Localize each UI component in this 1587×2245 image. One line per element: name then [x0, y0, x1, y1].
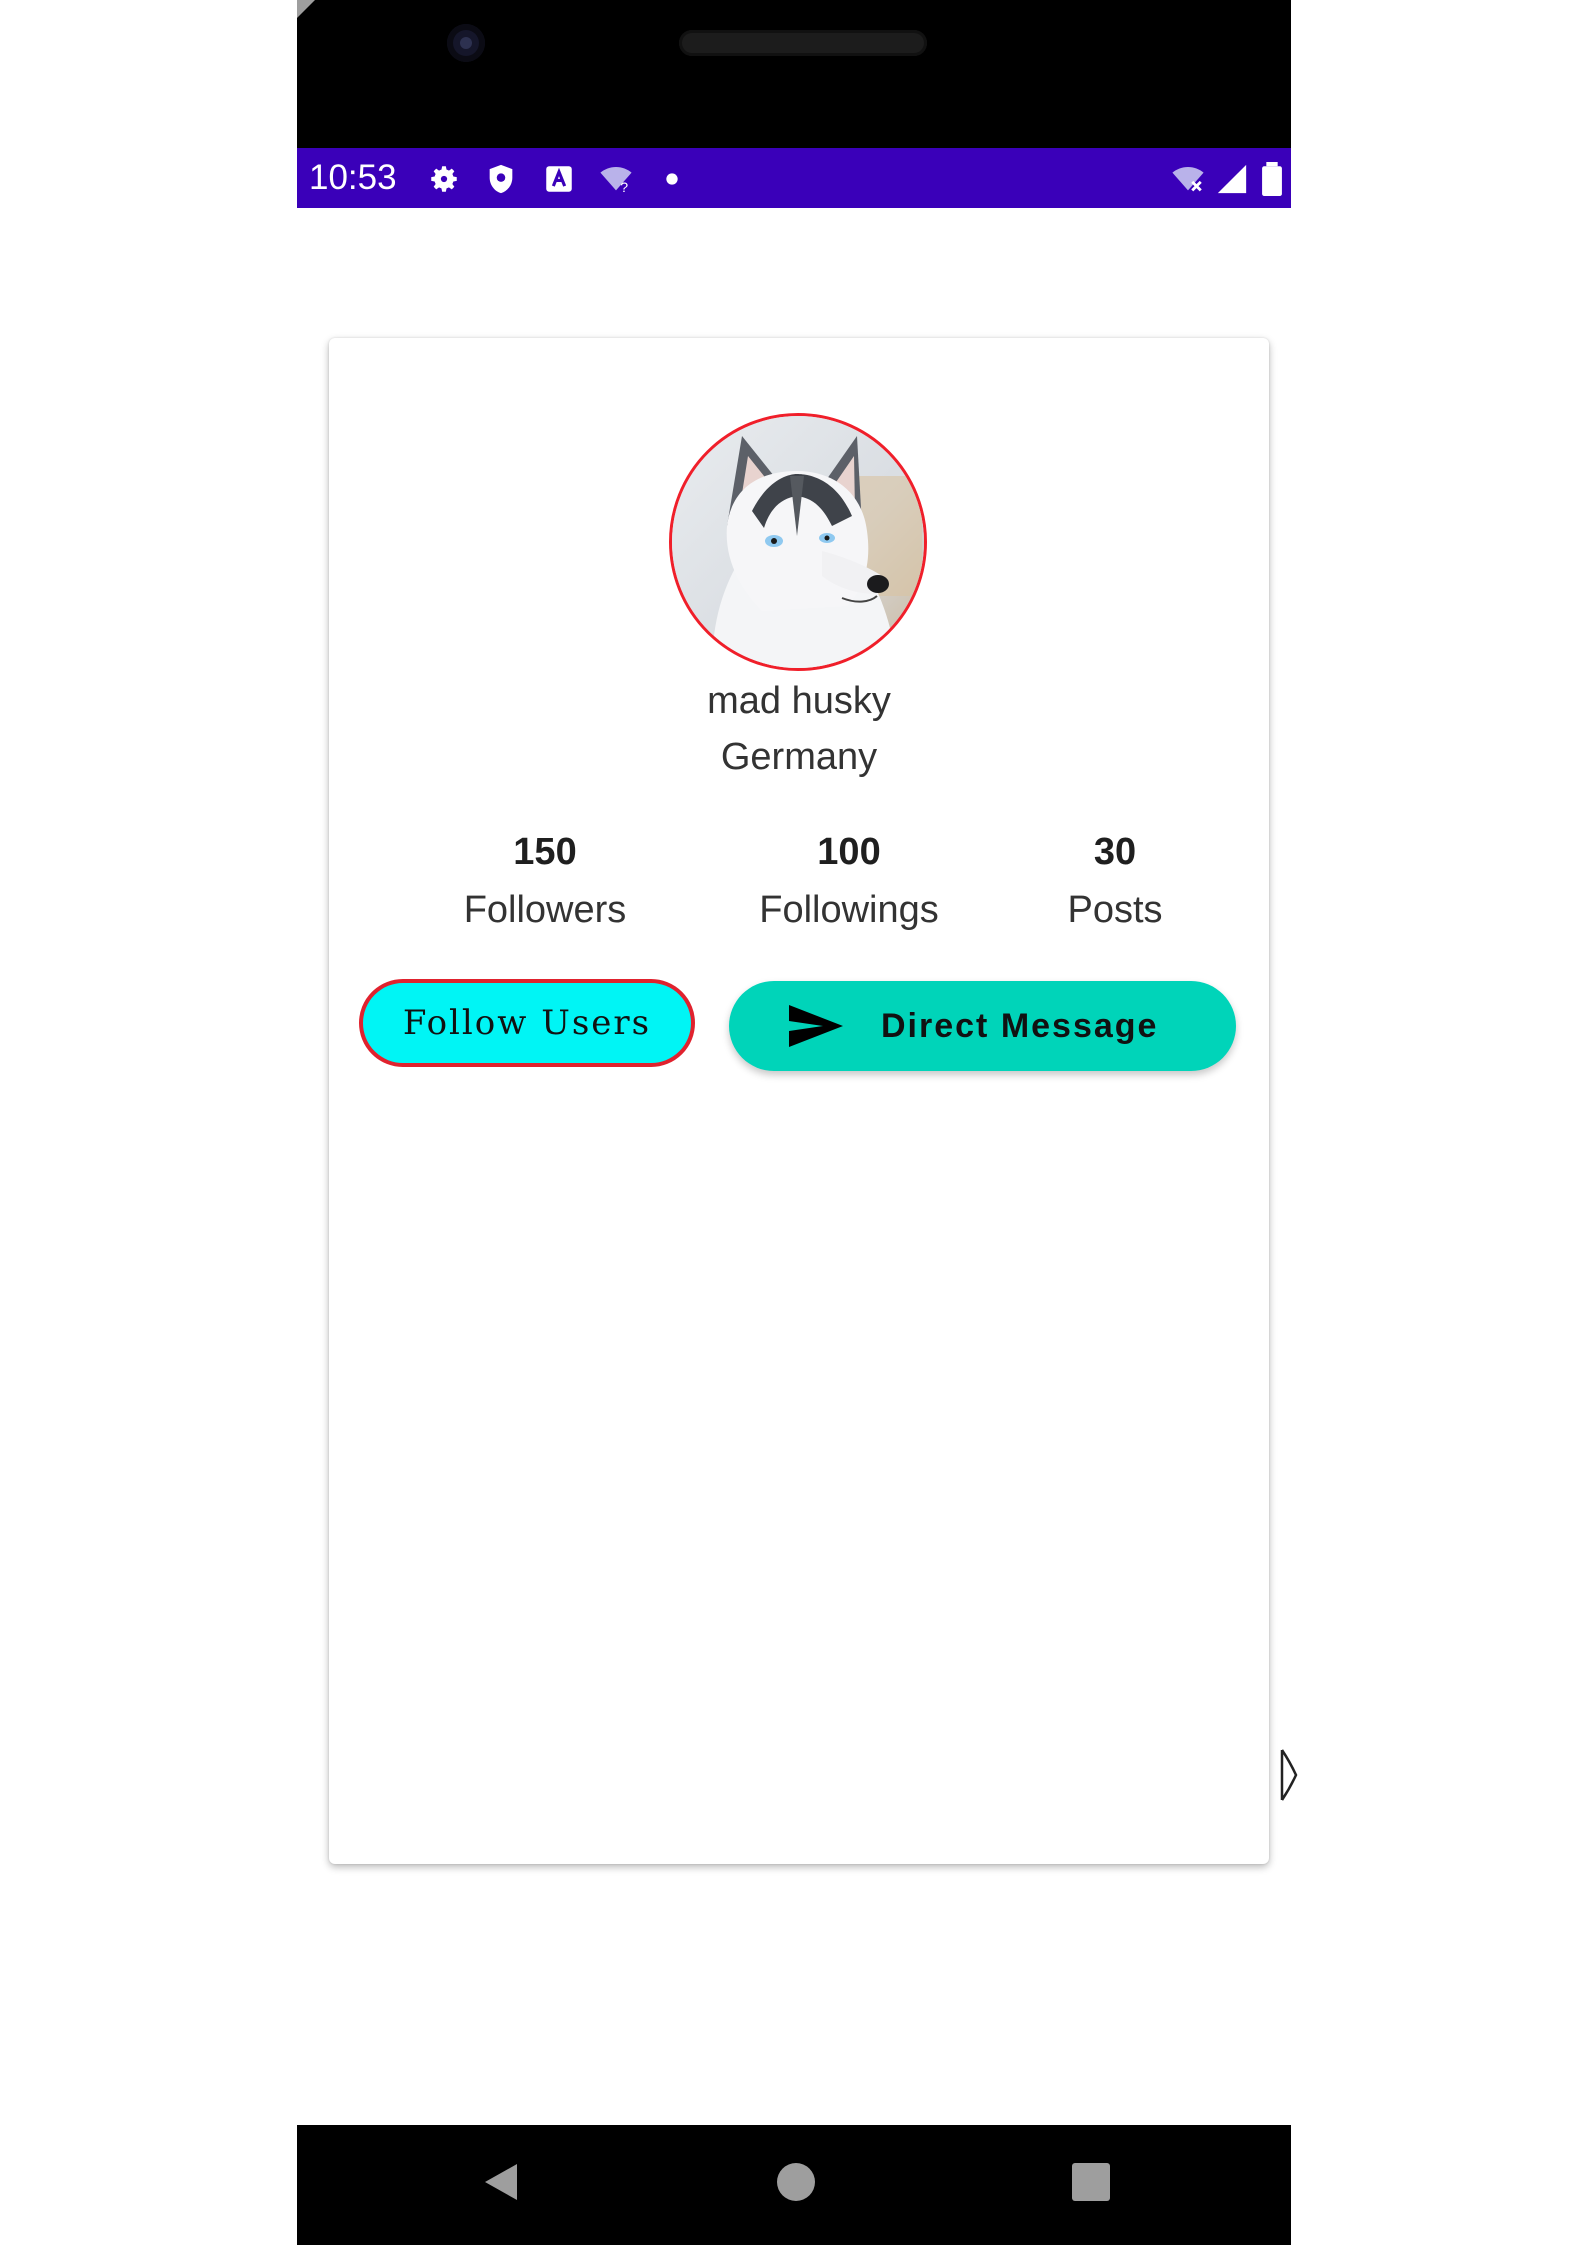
wifi-question-icon: ?	[599, 162, 633, 196]
phone-frame: 10:53 ? mad husky Germany 150 Followers …	[297, 0, 1291, 2245]
stat-followings[interactable]: 100 Followings	[729, 828, 969, 936]
earpiece-speaker	[679, 30, 927, 56]
direct-message-button[interactable]: Direct Message	[729, 981, 1236, 1071]
stat-value: 150	[513, 831, 577, 873]
status-bar: 10:53 ?	[297, 148, 1291, 208]
dot-icon	[655, 162, 689, 196]
bezel-corner	[297, 0, 315, 18]
svg-text:?: ?	[620, 180, 628, 196]
stat-value: 100	[817, 831, 881, 873]
top-bezel	[297, 0, 1291, 148]
profile-location: Germany	[720, 736, 878, 778]
signal-icon	[1215, 162, 1249, 196]
text-cursor-icon	[1280, 1748, 1298, 1802]
direct-message-label: Direct Message	[881, 1007, 1159, 1045]
follow-users-button[interactable]: Follow Users	[359, 979, 695, 1067]
settings-icon	[427, 162, 461, 196]
status-time: 10:53	[309, 158, 397, 197]
stat-label: Followings	[759, 889, 939, 931]
front-camera	[447, 24, 485, 62]
stat-value: 30	[1093, 831, 1137, 873]
send-icon	[787, 1003, 845, 1049]
shield-icon	[484, 162, 518, 196]
stat-followers[interactable]: 150 Followers	[425, 828, 665, 936]
recents-icon[interactable]	[1067, 2158, 1115, 2206]
profile-avatar[interactable]	[669, 413, 927, 671]
stat-label: Followers	[463, 889, 627, 931]
profile-card: mad husky Germany 150 Followers 100 Foll…	[329, 338, 1269, 1864]
profile-name: mad husky	[707, 680, 891, 722]
back-icon[interactable]	[477, 2158, 525, 2206]
wifi-off-icon	[1171, 162, 1205, 196]
husky-avatar-image	[672, 416, 924, 668]
stat-posts[interactable]: 30 Posts	[995, 828, 1235, 936]
home-icon[interactable]	[772, 2158, 820, 2206]
navigation-bar	[297, 2125, 1291, 2245]
stat-label: Posts	[1067, 889, 1163, 931]
a-icon	[542, 162, 576, 196]
battery-icon	[1259, 162, 1285, 196]
